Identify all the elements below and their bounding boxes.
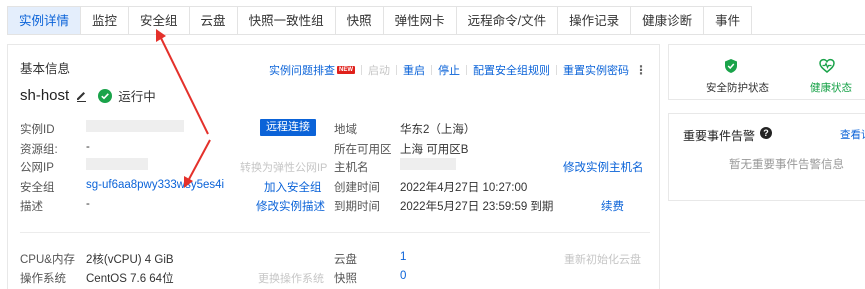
zone-label: 所在可用区 bbox=[334, 144, 392, 156]
tab-snapshots[interactable]: 快照 bbox=[335, 7, 384, 35]
shield-icon bbox=[723, 58, 739, 74]
action-separator bbox=[361, 65, 362, 75]
more-actions-icon[interactable]: ⋮ bbox=[635, 63, 647, 77]
disk-label: 云盘 bbox=[334, 254, 357, 266]
reset-password-button[interactable]: 重置实例密码 bbox=[563, 62, 629, 78]
running-status-icon bbox=[98, 88, 113, 103]
cpu-memory-value: 2核(vCPU) 4 GiB bbox=[86, 254, 174, 266]
tab-snapshot-consistency-groups[interactable]: 快照一致性组 bbox=[237, 7, 336, 35]
convert-eip-button[interactable]: 转换为弹性公网IP bbox=[240, 159, 327, 175]
svg-text:?: ? bbox=[763, 128, 769, 138]
reinit-disk-button[interactable]: 重新初始化云盘 bbox=[564, 251, 641, 267]
action-separator bbox=[396, 65, 397, 75]
action-separator bbox=[556, 65, 557, 75]
zone-value: 上海 可用区B bbox=[400, 144, 469, 156]
basic-info-title: 基本信息 bbox=[20, 62, 71, 76]
tab-events[interactable]: 事件 bbox=[704, 7, 752, 35]
resource-group-value: - bbox=[86, 141, 90, 153]
description-value: - bbox=[86, 198, 90, 210]
tab-eni[interactable]: 弹性网卡 bbox=[383, 7, 457, 35]
status-summary-card: 安全防护状态 健康状态 bbox=[668, 44, 865, 100]
expire-label: 到期时间 bbox=[334, 201, 380, 213]
host-header: sh-host 运行中 bbox=[20, 86, 156, 105]
resource-group-label: 资源组: bbox=[20, 144, 58, 156]
tab-divider bbox=[7, 34, 865, 35]
help-icon[interactable]: ? bbox=[760, 127, 772, 139]
change-os-button[interactable]: 更换操作系统 bbox=[258, 270, 324, 286]
os-value: CentOS 7.6 64位 bbox=[86, 273, 174, 285]
modify-hostname-button[interactable]: 修改实例主机名 bbox=[563, 159, 644, 175]
health-status-label[interactable]: 健康状态 bbox=[810, 80, 852, 95]
config-security-group-button[interactable]: 配置安全组规则 bbox=[473, 62, 550, 78]
created-value: 2022年4月27日 10:27:00 bbox=[400, 182, 528, 194]
modify-description-button[interactable]: 修改实例描述 bbox=[256, 198, 325, 214]
expire-value: 2022年5月27日 23:59:59 到期 bbox=[400, 201, 554, 213]
security-status-label[interactable]: 安全防护状态 bbox=[706, 80, 769, 95]
tab-monitoring[interactable]: 监控 bbox=[81, 7, 130, 35]
no-alarm-message: 暂无重要事件告警信息 bbox=[729, 159, 844, 171]
action-separator bbox=[466, 65, 467, 75]
region-label: 地域 bbox=[334, 124, 357, 136]
event-alarm-title: 重要事件告警 bbox=[683, 129, 756, 143]
tab-bar: 实例详情 监控 安全组 云盘 快照一致性组 快照 弹性网卡 远程命令/文件 操作… bbox=[7, 6, 753, 35]
tab-operation-logs[interactable]: 操作记录 bbox=[558, 7, 632, 35]
remote-connect-button[interactable]: 远程连接 bbox=[260, 119, 316, 136]
start-button[interactable]: 启动 bbox=[368, 62, 390, 78]
snapshot-label: 快照 bbox=[334, 273, 357, 285]
public-ip-label: 公网IP bbox=[20, 162, 54, 174]
renew-button[interactable]: 续费 bbox=[601, 198, 624, 214]
instance-status: 运行中 bbox=[118, 90, 156, 104]
instance-name: sh-host bbox=[20, 87, 70, 104]
view-details-link[interactable]: 查看详 bbox=[840, 127, 865, 142]
security-group-link[interactable]: sg-uf6aa8pwy333wsy5es4i bbox=[86, 179, 224, 191]
os-label: 操作系统 bbox=[20, 273, 66, 285]
tab-health-diagnosis[interactable]: 健康诊断 bbox=[631, 7, 705, 35]
section-divider bbox=[20, 232, 650, 233]
join-security-group-button[interactable]: 加入安全组 bbox=[264, 179, 322, 195]
instance-actions: 实例问题排查 NEW 启动 重启 停止 配置安全组规则 重置实例密码 ⋮ bbox=[269, 62, 647, 78]
description-label: 描述 bbox=[20, 201, 43, 213]
tab-disks[interactable]: 云盘 bbox=[189, 7, 238, 35]
cpu-memory-label: CPU&内存 bbox=[20, 254, 75, 266]
tab-remote-commands[interactable]: 远程命令/文件 bbox=[456, 7, 559, 35]
hostname-label: 主机名 bbox=[334, 162, 369, 174]
hostname-redacted bbox=[400, 158, 456, 170]
event-alarm-card: 重要事件告警 ? 查看详 暂无重要事件告警信息 bbox=[668, 113, 865, 201]
tab-security-groups[interactable]: 安全组 bbox=[129, 7, 190, 35]
restart-button[interactable]: 重启 bbox=[403, 62, 425, 78]
tab-instance-details[interactable]: 实例详情 bbox=[8, 7, 82, 35]
security-group-label: 安全组 bbox=[20, 182, 55, 194]
public-ip-redacted bbox=[86, 158, 148, 170]
instance-id-label: 实例ID bbox=[20, 124, 55, 136]
troubleshoot-link[interactable]: 实例问题排查 bbox=[269, 62, 335, 78]
heartbeat-icon bbox=[819, 58, 835, 74]
basic-info-card: 基本信息 实例问题排查 NEW 启动 重启 停止 配置安全组规则 重置实例密码 … bbox=[7, 44, 660, 289]
disk-count-link[interactable]: 1 bbox=[400, 251, 406, 263]
created-label: 创建时间 bbox=[334, 182, 380, 194]
new-badge: NEW bbox=[337, 66, 355, 74]
snapshot-count-link[interactable]: 0 bbox=[400, 270, 406, 282]
instance-id-redacted bbox=[86, 120, 184, 132]
region-value: 华东2（上海） bbox=[400, 124, 476, 136]
action-separator bbox=[431, 65, 432, 75]
stop-button[interactable]: 停止 bbox=[438, 62, 460, 78]
edit-name-icon[interactable] bbox=[75, 89, 88, 102]
